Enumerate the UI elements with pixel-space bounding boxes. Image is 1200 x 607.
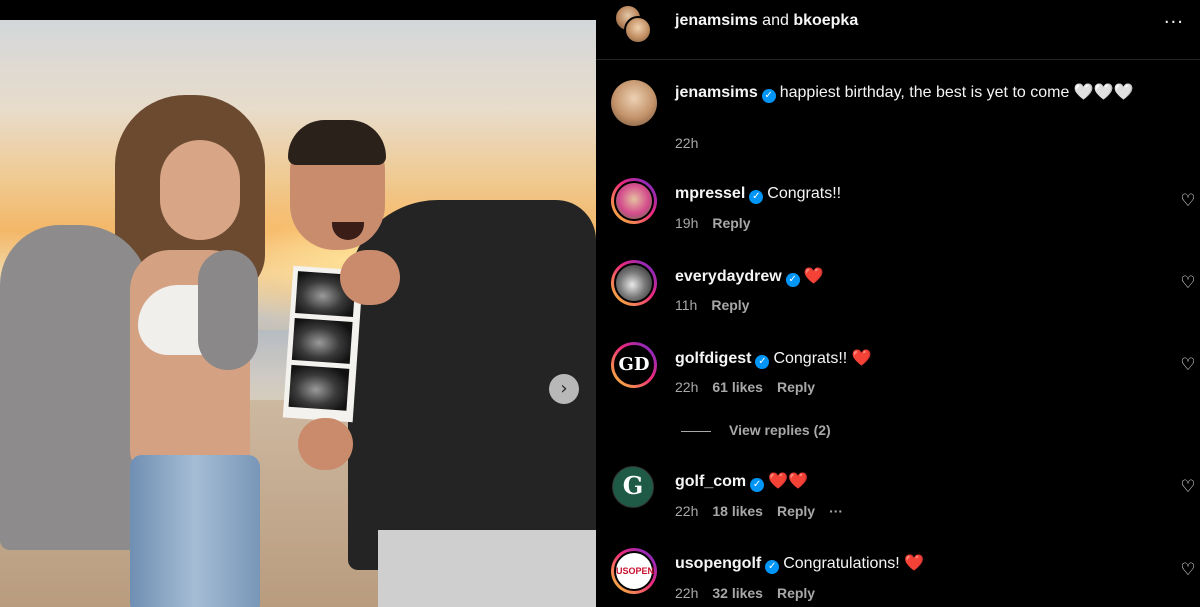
- man-hair: [288, 120, 386, 165]
- likes-count[interactable]: 61 likes: [712, 379, 763, 395]
- timestamp[interactable]: 11h: [675, 297, 697, 313]
- like-heart-icon[interactable]: ♡: [1179, 478, 1197, 496]
- man-hand: [340, 250, 400, 305]
- timestamp[interactable]: 22h: [675, 585, 698, 601]
- timestamp[interactable]: 19h: [675, 215, 698, 231]
- view-replies-label: View replies (2): [729, 422, 831, 438]
- comment-username[interactable]: usopengolf: [675, 555, 761, 572]
- comment-emoji: ❤️❤️: [768, 471, 808, 490]
- woman-hoodie-right: [198, 250, 258, 370]
- more-options-icon[interactable]: ···: [1164, 12, 1184, 33]
- author-avatars[interactable]: [614, 4, 656, 46]
- post-header: jenamsims and bkoepka ···: [596, 0, 1200, 60]
- caption-hearts: 🤍🤍🤍: [1073, 82, 1134, 101]
- usopen-logo: USOPEN: [614, 551, 654, 591]
- reply-button[interactable]: Reply: [777, 379, 815, 395]
- woman-hoodie: [0, 225, 150, 550]
- verified-icon: ✓: [765, 560, 780, 574]
- avatar[interactable]: [611, 178, 657, 224]
- avatar[interactable]: [611, 80, 657, 126]
- comment-emoji: ❤️: [803, 266, 824, 285]
- caption-text: happiest birthday, the best is yet to co…: [779, 84, 1070, 101]
- photo-top-band: [0, 0, 596, 20]
- comment-body: mpressel ✓ Congrats!!: [675, 183, 1155, 205]
- comment-body: golfdigest ✓ Congrats!! ❤️: [675, 347, 1155, 370]
- timestamp[interactable]: 22h: [675, 135, 698, 151]
- golf-com-logo[interactable]: G: [612, 466, 654, 508]
- verified-icon: ✓: [761, 89, 776, 103]
- comment-meta: 22h 18 likes Reply ···: [675, 503, 857, 519]
- comment-body: golf_com ✓ ❤️❤️: [675, 470, 1155, 493]
- post-photo[interactable]: ›: [0, 0, 596, 607]
- verified-icon: ✓: [755, 355, 770, 369]
- like-heart-icon[interactable]: ♡: [1179, 561, 1197, 579]
- timestamp[interactable]: 22h: [675, 379, 698, 395]
- avatar[interactable]: USOPEN: [611, 548, 657, 594]
- comment-username[interactable]: everydaydrew: [675, 268, 782, 285]
- comment-emoji: ❤️: [851, 348, 872, 367]
- next-photo-button[interactable]: ›: [549, 374, 579, 404]
- avatar[interactable]: [624, 16, 652, 44]
- author-username[interactable]: bkoepka: [793, 12, 858, 29]
- comment-username[interactable]: jenamsims: [675, 84, 758, 101]
- comment-text: Congrats!!: [773, 350, 848, 367]
- comment-username[interactable]: mpressel: [675, 185, 745, 202]
- comment-meta: 22h 61 likes Reply: [675, 379, 829, 395]
- caption-meta: 22h: [675, 135, 712, 151]
- timestamp[interactable]: 22h: [675, 503, 698, 519]
- verified-icon: ✓: [749, 190, 764, 204]
- ultrasound-frame: [288, 364, 350, 411]
- chevron-right-icon: ›: [560, 378, 568, 399]
- likes-count[interactable]: 18 likes: [712, 503, 763, 519]
- ultrasound-frame: [291, 317, 353, 364]
- golfdigest-logo: GD: [614, 345, 654, 385]
- avatar[interactable]: [611, 260, 657, 306]
- view-replies-button[interactable]: View replies (2): [681, 422, 831, 438]
- reply-button[interactable]: Reply: [712, 215, 750, 231]
- comment-body: everydaydrew ✓ ❤️: [675, 265, 1155, 288]
- woman-jeans: [130, 455, 260, 607]
- like-heart-icon[interactable]: ♡: [1179, 356, 1197, 374]
- likes-count[interactable]: 32 likes: [712, 585, 763, 601]
- reply-button[interactable]: Reply: [777, 585, 815, 601]
- caption-body: jenamsims ✓ happiest birthday, the best is…: [675, 81, 1155, 104]
- comment-emoji: ❤️: [904, 553, 925, 572]
- comment-meta: 19h Reply: [675, 215, 764, 231]
- man-hand: [298, 418, 353, 470]
- author-username[interactable]: jenamsims: [675, 12, 758, 29]
- reply-button[interactable]: Reply: [777, 503, 815, 519]
- authors-joiner: and: [757, 12, 794, 29]
- comment-body: usopengolf ✓ Congratulations! ❤️: [675, 552, 1155, 575]
- reply-button[interactable]: Reply: [711, 297, 749, 313]
- comment-text: Congrats!!: [767, 185, 842, 202]
- verified-icon: ✓: [750, 478, 765, 492]
- comment-text: Congratulations!: [783, 555, 900, 572]
- verified-icon: ✓: [785, 273, 800, 287]
- like-heart-icon[interactable]: ♡: [1179, 274, 1197, 292]
- woman-face: [160, 140, 240, 240]
- comment-meta: 11h Reply: [675, 297, 763, 313]
- like-heart-icon[interactable]: ♡: [1179, 192, 1197, 210]
- comments-pane: jenamsims and bkoepka ··· jenamsims ✓ happ…: [596, 0, 1200, 607]
- avatar[interactable]: GD: [611, 342, 657, 388]
- comment-meta: 22h 32 likes Reply: [675, 585, 829, 601]
- comment-username[interactable]: golf_com: [675, 473, 746, 490]
- post-authors: jenamsims and bkoepka: [675, 12, 858, 30]
- comment-username[interactable]: golfdigest: [675, 350, 751, 367]
- replies-divider: [681, 430, 711, 432]
- comment-more-icon[interactable]: ···: [829, 503, 843, 519]
- man-pants: [378, 530, 596, 607]
